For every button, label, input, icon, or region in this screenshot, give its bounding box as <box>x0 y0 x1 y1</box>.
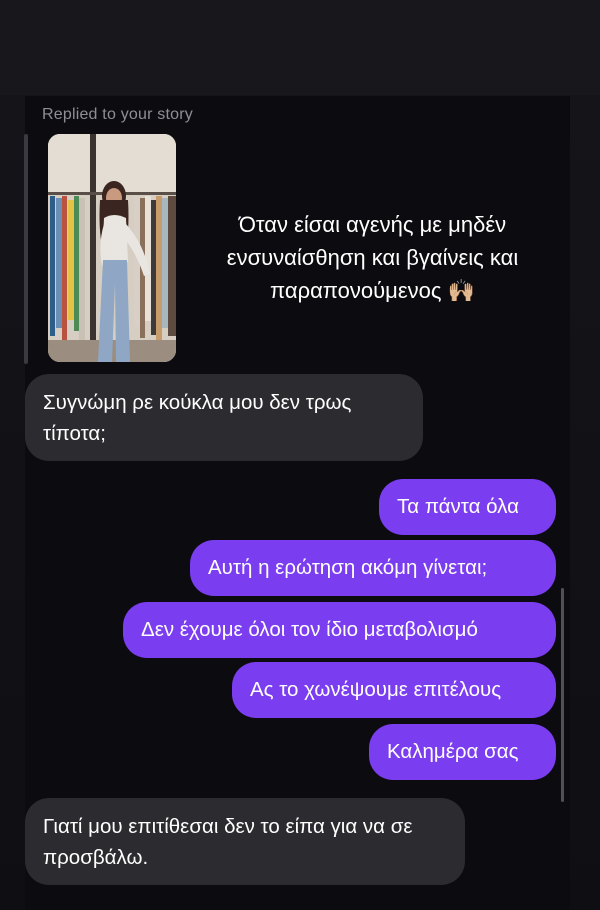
message-outgoing[interactable]: Καλημέρα σας <box>369 724 556 780</box>
message-outgoing[interactable]: Τα πάντα όλα <box>379 479 556 535</box>
story-photo-illustration <box>48 134 176 362</box>
replied-to-story-label: Replied to your story <box>42 106 193 123</box>
reply-indicator-bar <box>24 134 28 364</box>
message-outgoing[interactable]: Δεν έχουμε όλοι τον ίδιο μεταβολισμό <box>123 602 556 658</box>
top-area <box>0 0 600 95</box>
message-incoming[interactable]: Συγνώμη ρε κούκλα μου δεν τρως τίποτα; <box>25 374 423 461</box>
story-thumbnail[interactable] <box>48 134 176 362</box>
message-incoming[interactable]: Γιατί μου επιτίθεσαι δεν το είπα για να … <box>25 798 465 885</box>
scrollbar[interactable] <box>561 588 564 802</box>
message-outgoing[interactable]: Ας το χωνέψουμε επιτέλους <box>232 662 556 718</box>
story-caption: Όταν είσαι αγενής με μηδέν ενσυναίσθηση … <box>226 212 519 303</box>
chat-screen: Replied to your story Όταν είσαι αγενής … <box>0 0 600 910</box>
message-outgoing[interactable]: Αυτή η ερώτηση ακόμη γίνεται; <box>190 540 556 596</box>
